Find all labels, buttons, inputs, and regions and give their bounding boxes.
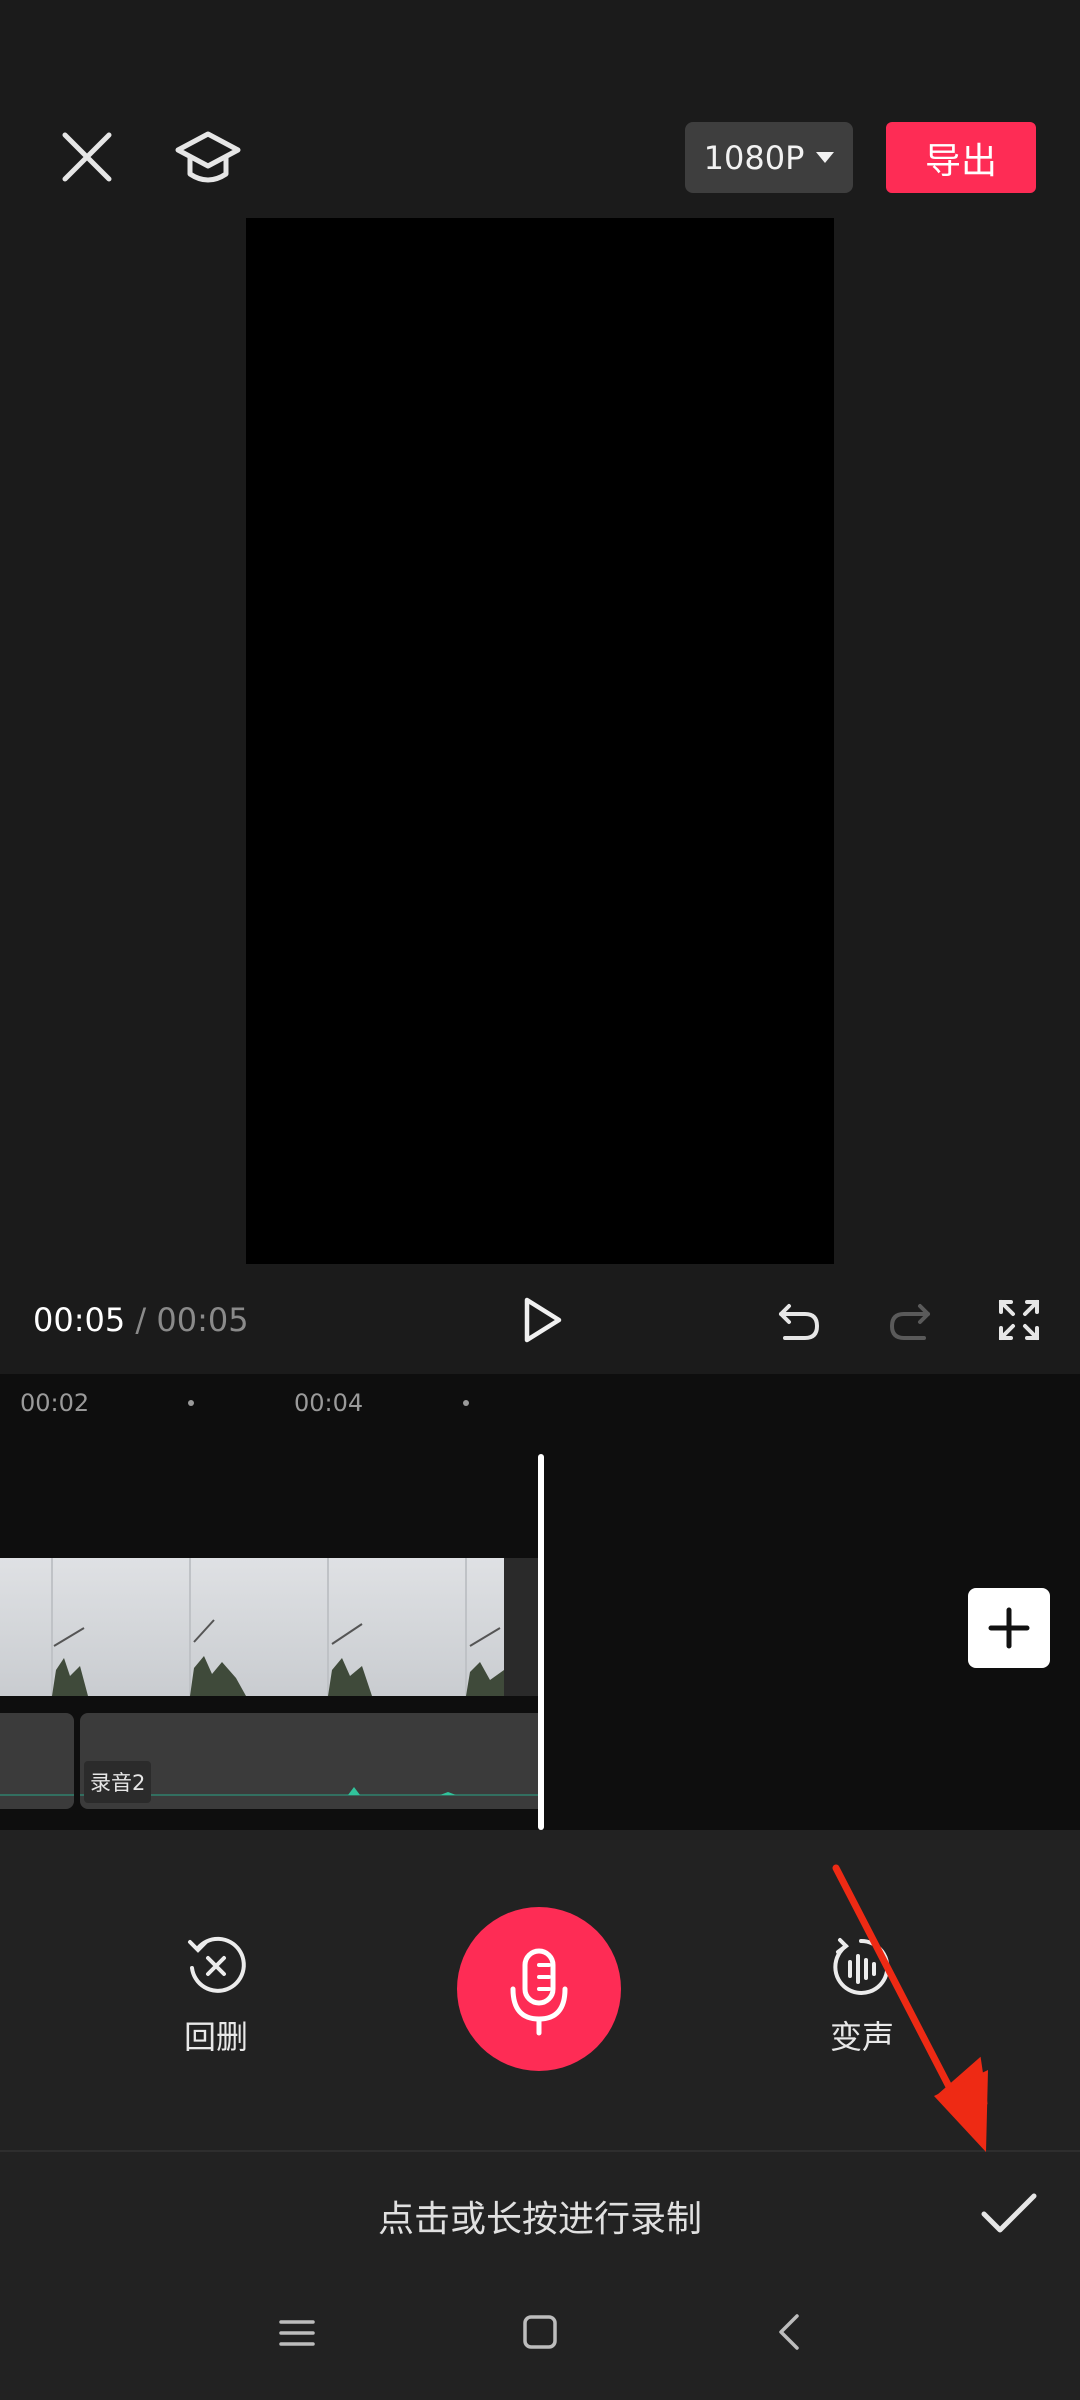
add-clip-button[interactable] [968, 1588, 1050, 1668]
delete-back-label[interactable]: 回删 [160, 2012, 272, 2058]
back-icon[interactable] [773, 2312, 803, 2352]
voice-change-icon[interactable] [828, 1934, 894, 2000]
plus-icon [988, 1607, 1030, 1649]
audio-clip[interactable] [0, 1713, 74, 1809]
audio-clip-label: 录音2 [84, 1761, 152, 1803]
divider [0, 2150, 1080, 2152]
caret-down-icon [816, 151, 835, 164]
play-icon[interactable] [515, 1294, 567, 1346]
delete-back-icon[interactable] [184, 1934, 248, 1998]
record-hint: 点击或长按进行录制 [377, 2199, 702, 2240]
time-display: 00:05 / 00:05 [33, 1300, 249, 1340]
video-clip-track[interactable] [0, 1558, 504, 1696]
resolution-label: 1080P [703, 138, 805, 177]
voice-change-label[interactable]: 变声 [806, 2012, 918, 2058]
microphone-icon [510, 1948, 568, 2036]
home-icon[interactable] [522, 2314, 558, 2350]
time-separator: / [135, 1301, 147, 1339]
resolution-selector[interactable]: 1080P [685, 122, 853, 193]
current-time: 00:05 [33, 1301, 126, 1339]
close-icon[interactable] [55, 125, 119, 189]
undo-icon[interactable] [775, 1294, 823, 1346]
redo-icon[interactable] [886, 1294, 934, 1346]
audio-clip-recording[interactable]: 录音2 [80, 1713, 540, 1809]
video-preview[interactable] [246, 218, 834, 1264]
time-tick: 00:02 [20, 1389, 90, 1417]
time-tick: 00:04 [294, 1389, 364, 1417]
export-button[interactable]: 导出 [886, 122, 1036, 193]
menu-icon[interactable] [278, 2314, 316, 2352]
checkmark-icon[interactable] [978, 2182, 1040, 2244]
clip-gap [504, 1558, 538, 1696]
tutorial-icon[interactable] [172, 122, 244, 194]
tick-dot [188, 1400, 194, 1406]
playhead[interactable] [538, 1454, 544, 1830]
tick-dot [463, 1400, 469, 1406]
fullscreen-icon[interactable] [997, 1298, 1041, 1342]
record-button[interactable] [457, 1907, 621, 2071]
total-time: 00:05 [156, 1301, 249, 1339]
